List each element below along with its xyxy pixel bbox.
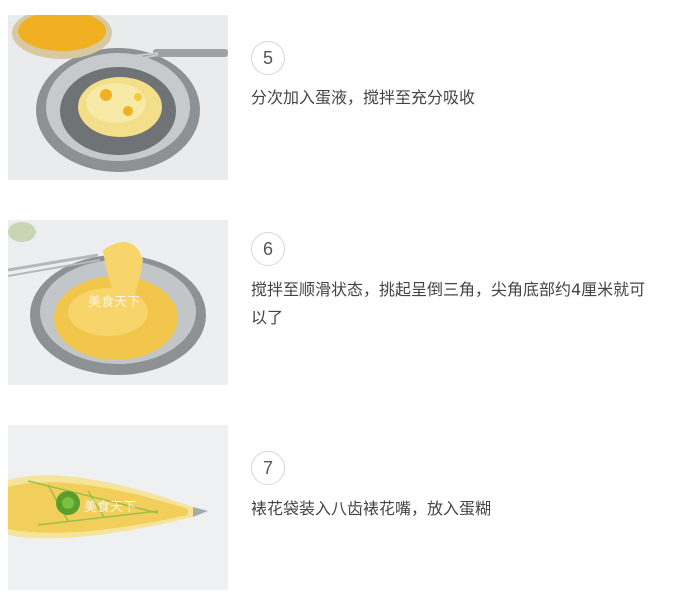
step-number: 7 <box>251 451 285 485</box>
step-7-photo: 美食天下 <box>8 425 228 590</box>
piping-bag-photo: 美食天下 <box>8 425 228 590</box>
step-description: 分次加入蛋液，搅拌至充分吸收 <box>251 88 476 107</box>
watermark-text: 美食天下 <box>88 294 140 310</box>
egg-batter-mixing-photo <box>8 15 228 180</box>
batter-whisk-photo: 美食天下 <box>8 220 228 385</box>
step-6-photo: 美食天下 <box>8 220 228 385</box>
step-number: 5 <box>251 41 285 75</box>
step-description: 搅拌至顺滑状态，挑起呈倒三角，尖角底部约4厘米就可以了 <box>251 280 646 327</box>
step-5-photo <box>8 15 228 180</box>
watermark-text: 美食天下 <box>84 499 136 515</box>
step-description: 裱花袋装入八齿裱花嘴，放入蛋糊 <box>251 499 492 518</box>
step-number: 6 <box>251 232 285 266</box>
